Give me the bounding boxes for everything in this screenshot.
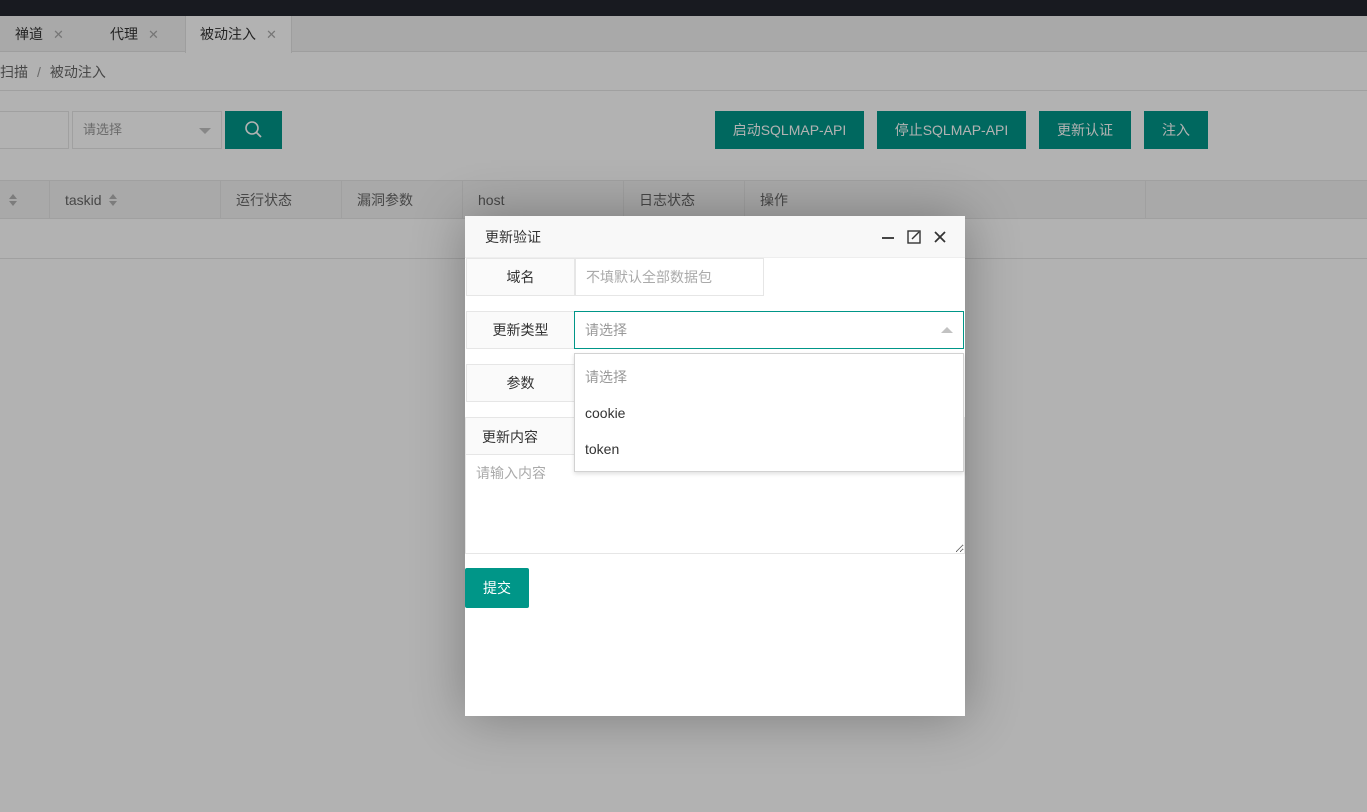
maximize-icon[interactable] [907, 230, 921, 244]
dropdown-option-cookie[interactable]: cookie [575, 395, 963, 431]
update-type-value: 请选择 [585, 322, 627, 338]
param-label: 参数 [466, 364, 575, 402]
close-icon[interactable] [933, 230, 947, 244]
minimize-icon[interactable] [881, 230, 895, 244]
dropdown-option[interactable]: 请选择 [575, 359, 963, 395]
domain-input[interactable] [575, 258, 764, 296]
dialog-title: 更新验证 [485, 229, 541, 245]
update-type-label: 更新类型 [466, 311, 575, 349]
update-type-select[interactable]: 请选择 [574, 311, 964, 349]
submit-button[interactable]: 提交 [465, 568, 529, 608]
dropdown-option-token[interactable]: token [575, 431, 963, 467]
update-auth-dialog: 更新验证 域名 更新类型 请选择 请选择 cookie token 参数 更新内… [465, 216, 965, 716]
chevron-up-icon [941, 327, 953, 333]
dialog-header: 更新验证 [465, 216, 965, 258]
domain-label: 域名 [466, 258, 575, 296]
update-type-dropdown: 请选择 cookie token [574, 353, 964, 472]
